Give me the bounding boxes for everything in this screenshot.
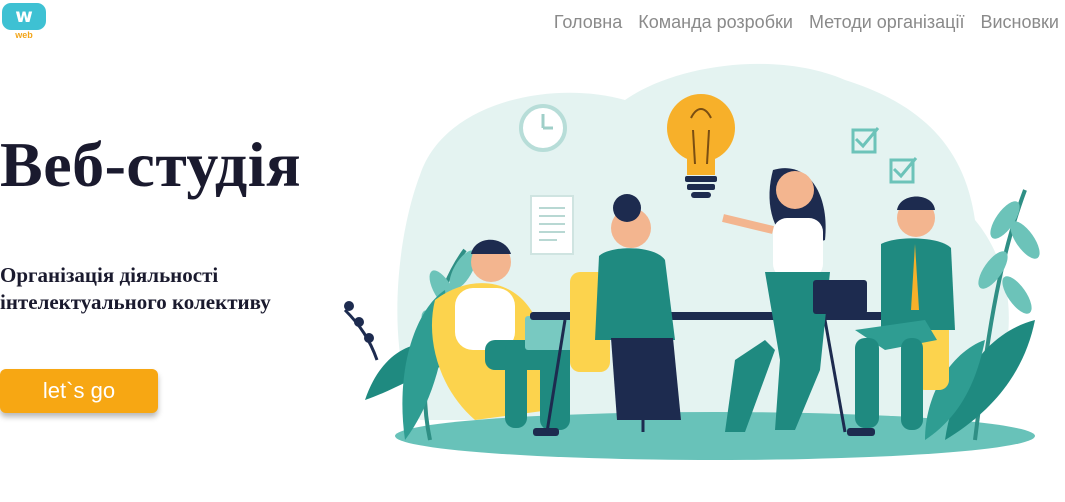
nav-link-home[interactable]: Головна [554, 12, 622, 33]
clock-icon [519, 104, 567, 152]
document-icon [530, 195, 574, 255]
nav-link-conclusions[interactable]: Висновки [980, 12, 1059, 33]
page-title: Веб-студія [0, 129, 302, 200]
page-subtitle: Організація діяльності інтелектуального … [0, 263, 271, 314]
laptop-icon [813, 280, 867, 314]
lets-go-button[interactable]: let`s go [0, 369, 158, 413]
nav-link-methods[interactable]: Методи організації [809, 12, 965, 33]
logo[interactable]: w web [2, 3, 46, 43]
team-meeting-illustration [343, 63, 1040, 460]
logo-badge: w [2, 3, 46, 30]
main-nav: Головна Команда розробки Методи організа… [554, 12, 1059, 33]
nav-link-team[interactable]: Команда розробки [638, 12, 793, 33]
logo-caption: web [15, 30, 33, 40]
